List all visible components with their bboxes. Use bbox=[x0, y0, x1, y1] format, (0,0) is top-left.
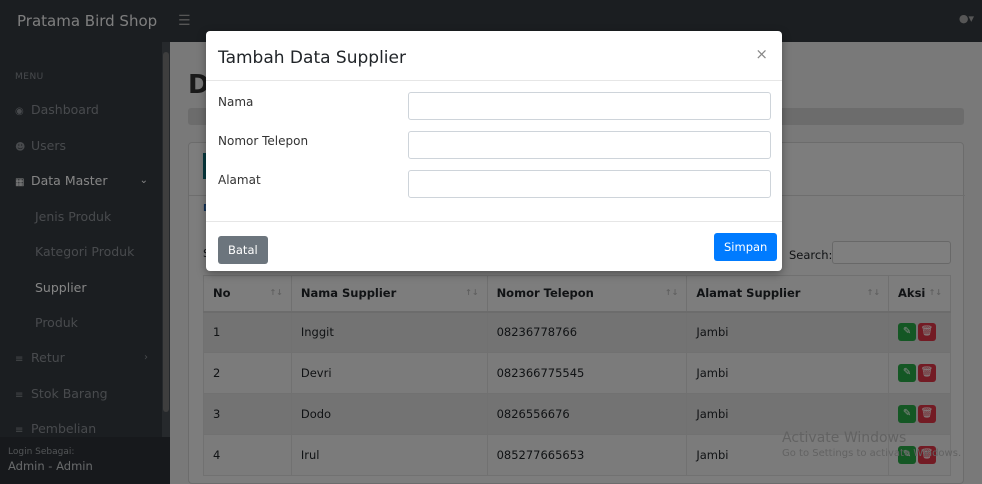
cancel-button[interactable]: Batal bbox=[218, 236, 268, 264]
save-button[interactable]: Simpan bbox=[714, 233, 778, 261]
modal-footer-divider bbox=[206, 221, 782, 222]
nama-input[interactable] bbox=[408, 92, 771, 120]
modal-title: Tambah Data Supplier bbox=[218, 48, 406, 68]
nama-label: Nama bbox=[218, 95, 254, 109]
add-supplier-modal: Tambah Data Supplier × Nama Nomor Telepo… bbox=[206, 31, 782, 271]
nomor-telepon-label: Nomor Telepon bbox=[218, 134, 309, 148]
nomor-telepon-input[interactable] bbox=[408, 131, 771, 159]
alamat-label: Alamat bbox=[218, 173, 261, 187]
modal-header-divider bbox=[206, 80, 782, 81]
alamat-input[interactable] bbox=[408, 170, 771, 198]
close-icon[interactable]: × bbox=[755, 45, 768, 63]
